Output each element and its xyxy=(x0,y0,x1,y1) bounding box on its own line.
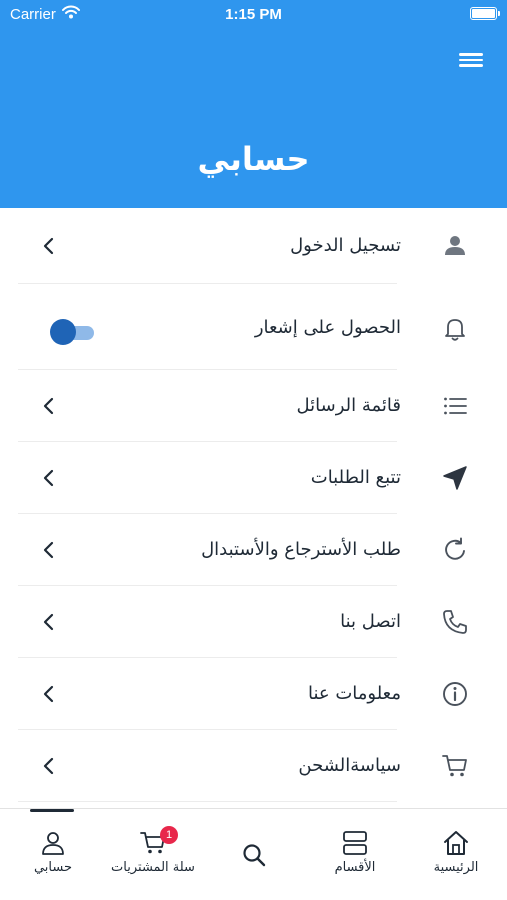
menu-item-about-us[interactable]: معلومات عنا xyxy=(0,658,507,730)
chevron-left-icon xyxy=(43,541,54,559)
phone-icon xyxy=(443,610,467,634)
tab-my-account[interactable]: حسابي xyxy=(3,829,103,889)
bell-icon xyxy=(445,319,465,341)
refresh-icon xyxy=(445,537,465,560)
home-icon xyxy=(444,831,468,855)
menu-item-shipping-policy[interactable]: سياسةالشحن xyxy=(0,730,507,802)
chevron-left-icon xyxy=(43,685,54,703)
menu-item-messages[interactable]: قائمة الرسائل xyxy=(0,370,507,442)
tab-label: حسابي xyxy=(33,860,73,875)
hamburger-menu-button[interactable] xyxy=(459,50,485,70)
tab-home[interactable]: الرئيسية xyxy=(406,829,506,889)
cart-badge: 1 xyxy=(160,826,178,844)
menu-item-track-orders[interactable]: تتبع الطلبات xyxy=(0,442,507,514)
bottom-tab-bar: حسابي 1 سلة المشتريات الأقسام الرئيسية xyxy=(0,808,507,900)
battery-icon xyxy=(470,7,500,20)
user-icon xyxy=(445,236,465,255)
tab-label: سلة المشتريات xyxy=(111,860,195,875)
tab-categories[interactable]: الأقسام xyxy=(305,829,405,889)
menu-item-label: سياسةالشحن xyxy=(298,755,401,776)
chevron-left-icon xyxy=(43,469,54,487)
cart-icon xyxy=(442,755,467,777)
active-tab-indicator xyxy=(30,809,74,812)
status-bar: Carrier 1:15 PM xyxy=(0,0,507,30)
menu-item-label: طلب الأسترجاع والأستبدال xyxy=(201,539,401,560)
chevron-left-icon xyxy=(43,237,54,255)
page-title: حسابي xyxy=(197,140,310,178)
menu-item-label: معلومات عنا xyxy=(307,683,401,704)
tab-search[interactable] xyxy=(204,829,304,889)
tab-label: الأقسام xyxy=(334,860,376,875)
menu-item-returns[interactable]: طلب الأسترجاع والأستبدال xyxy=(0,514,507,586)
hamburger-icon xyxy=(459,53,483,56)
toggle-knob xyxy=(50,319,76,345)
menu-item-label: تتبع الطلبات xyxy=(310,467,401,488)
user-icon xyxy=(42,832,64,855)
chevron-left-icon xyxy=(43,757,54,775)
chevron-left-icon xyxy=(43,613,54,631)
list-icon xyxy=(444,397,467,415)
search-icon xyxy=(243,844,266,867)
chevron-left-icon xyxy=(43,397,54,415)
menu-item-notifications: الحصول على إشعار xyxy=(0,284,507,370)
menu-item-label: قائمة الرسائل xyxy=(296,395,401,416)
menu-item-contact-us[interactable]: اتصل بنا xyxy=(0,586,507,658)
menu-item-label: اتصل بنا xyxy=(340,611,401,632)
menu-item-label: تسجيل الدخول xyxy=(290,235,401,256)
divider xyxy=(18,801,397,802)
menu-item-label: الحصول على إشعار xyxy=(254,317,401,338)
tab-label: الرئيسية xyxy=(433,860,479,875)
navigation-arrow-icon xyxy=(443,466,467,490)
categories-icon xyxy=(343,831,367,855)
status-time: 1:15 PM xyxy=(225,6,282,23)
account-menu-list: تسجيل الدخول الحصول على إشعار قائمة الرس… xyxy=(0,208,507,802)
menu-item-login[interactable]: تسجيل الدخول xyxy=(0,208,507,284)
tab-cart[interactable]: 1 سلة المشتريات xyxy=(103,826,203,889)
header: Carrier 1:15 PM حسابي xyxy=(0,0,507,208)
notification-toggle[interactable] xyxy=(50,319,96,345)
info-icon xyxy=(443,682,467,706)
